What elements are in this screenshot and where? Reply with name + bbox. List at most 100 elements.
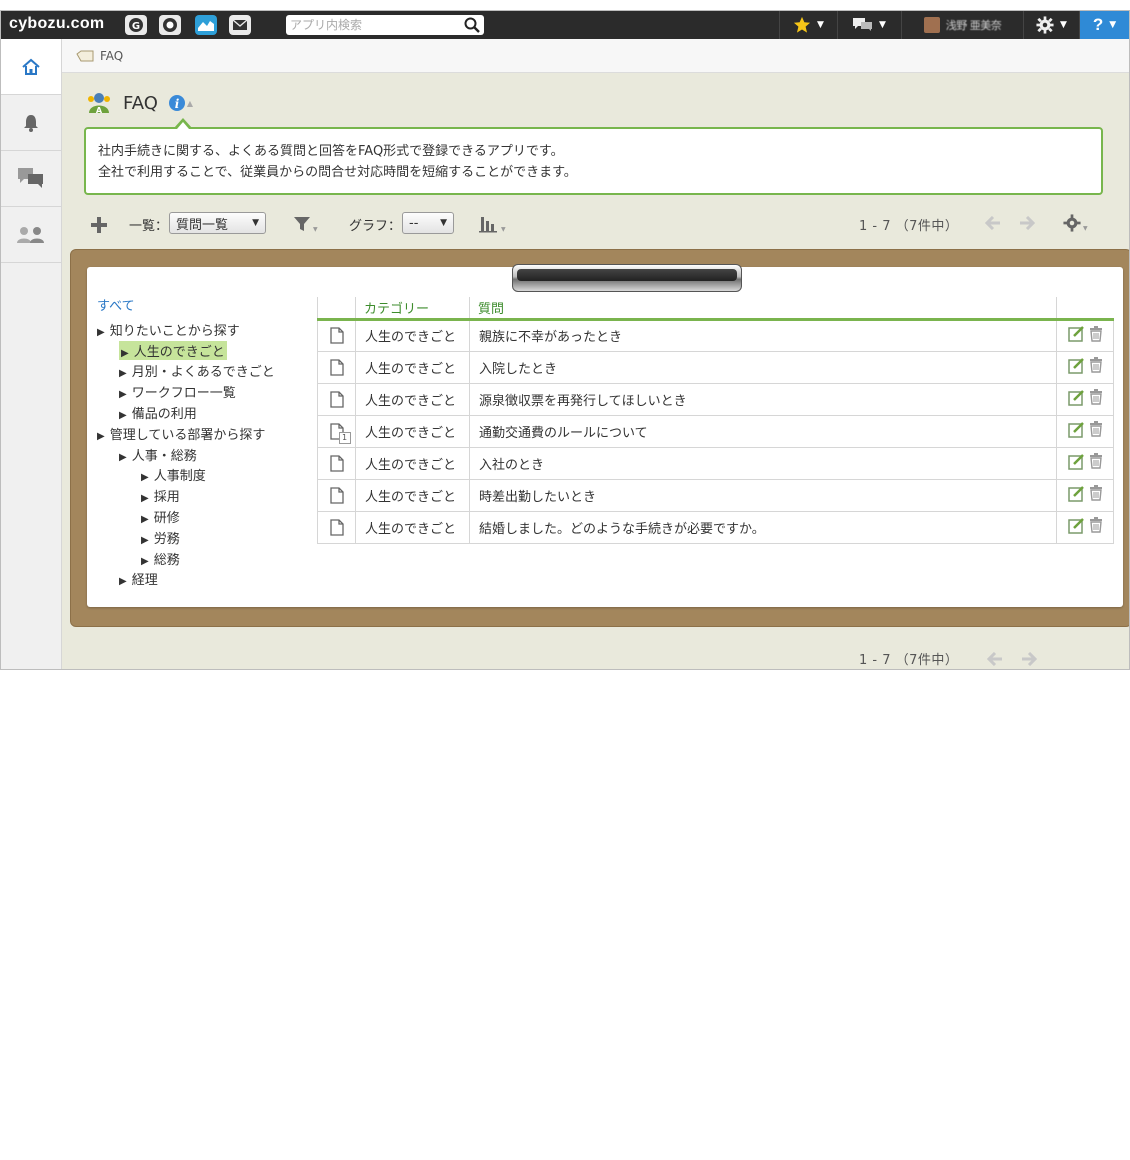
tree-item[interactable]: ▶ 経理 (97, 569, 307, 590)
expand-triangle-icon[interactable]: ▶ (97, 327, 105, 338)
tree-item[interactable]: ▶ ワークフロー一覧 (97, 381, 307, 402)
delete-icon[interactable] (1089, 357, 1103, 377)
sidebar-item-messages[interactable] (1, 151, 61, 207)
app-window: cybozu.com G ▼ ▼ 浅野 亜美奈 (0, 10, 1130, 670)
add-record-button[interactable] (89, 215, 109, 239)
garoon-icon[interactable]: G (125, 15, 147, 35)
tree-item[interactable]: ▶ 採用 (97, 485, 307, 506)
edit-icon[interactable] (1067, 325, 1085, 346)
next-arrow-icon[interactable] (1021, 652, 1037, 666)
edit-icon[interactable] (1067, 485, 1085, 506)
table-row[interactable]: 人生のできごと 入社のとき (317, 446, 1114, 480)
expand-triangle-icon[interactable]: ▶ (119, 368, 127, 379)
edit-icon[interactable] (1067, 517, 1085, 538)
user-menu[interactable]: 浅野 亜美奈 (901, 11, 1023, 39)
sidebar-item-home[interactable] (1, 39, 61, 95)
delete-icon[interactable] (1089, 389, 1103, 409)
favorites-button[interactable]: ▼ (779, 11, 837, 39)
delete-icon[interactable] (1089, 421, 1103, 441)
expand-triangle-icon[interactable]: ▶ (141, 514, 149, 525)
tree-item[interactable]: ▶ 人事制度 (97, 465, 307, 486)
category-cell: 人生のできごと (355, 318, 470, 352)
avatar (923, 17, 940, 33)
search-icon[interactable] (464, 17, 480, 37)
delete-icon[interactable] (1089, 453, 1103, 473)
graph-select[interactable]: -- ▼ (402, 212, 454, 234)
expand-triangle-icon[interactable]: ▶ (141, 556, 149, 567)
edit-icon[interactable] (1067, 357, 1085, 378)
delete-icon[interactable] (1089, 485, 1103, 505)
breadcrumb-item[interactable]: FAQ (76, 49, 123, 63)
tree-item[interactable]: ▶ 労務 (97, 527, 307, 548)
tree-item[interactable]: ▶ 研修 (97, 506, 307, 527)
expand-triangle-icon[interactable]: ▶ (119, 389, 127, 400)
search-input[interactable] (290, 16, 458, 34)
document-icon[interactable] (329, 390, 344, 408)
tree-item[interactable]: ▶ 管理している部署から探す (97, 423, 307, 444)
document-icon[interactable]: 1 (329, 422, 351, 444)
next-arrow-icon[interactable] (1019, 216, 1035, 230)
sidebar-item-notifications[interactable] (1, 95, 61, 151)
kintone-icon[interactable] (195, 15, 217, 35)
document-icon[interactable] (329, 454, 344, 472)
edit-icon[interactable] (1067, 453, 1085, 474)
delete-icon[interactable] (1089, 517, 1103, 537)
info-button[interactable]: i ▲ (168, 94, 193, 112)
detail-cell[interactable]: 1 (317, 414, 356, 448)
detail-cell[interactable] (317, 350, 356, 384)
document-icon[interactable] (329, 486, 344, 504)
chevron-down-icon: ▼ (879, 20, 886, 30)
expand-triangle-icon[interactable]: ▶ (97, 431, 105, 442)
table-row[interactable]: 人生のできごと 源泉徴収票を再発行してほしいとき (317, 382, 1114, 416)
column-header-category[interactable]: カテゴリー (355, 297, 470, 321)
graph-label: グラフ： (349, 219, 402, 234)
document-icon[interactable] (329, 518, 344, 536)
expand-triangle-icon[interactable]: ▶ (119, 452, 127, 463)
delete-icon[interactable] (1089, 325, 1103, 346)
edit-icon[interactable] (1067, 421, 1085, 442)
expand-triangle-icon[interactable]: ▶ (141, 472, 149, 483)
detail-cell[interactable] (317, 510, 356, 544)
edit-icon[interactable] (1067, 389, 1085, 410)
detail-cell[interactable] (317, 478, 356, 512)
table-row[interactable]: 人生のできごと 結婚しました。どのような手続きが必要ですか。 (317, 510, 1114, 544)
tree-item-wrap: ▶ 採用 (141, 486, 180, 505)
detail-cell[interactable] (317, 382, 356, 416)
gear-icon (1063, 214, 1081, 232)
cybozu-logo[interactable]: cybozu.com (9, 15, 104, 33)
detail-cell[interactable] (317, 318, 356, 352)
expand-triangle-icon[interactable]: ▶ (141, 535, 149, 546)
filter-button[interactable]: ▼ (293, 215, 318, 233)
column-header-question[interactable]: 質問 (469, 297, 1057, 321)
view-select[interactable]: 質問一覧 ▼ (169, 212, 266, 234)
tree-item[interactable]: ▶ 総務 (97, 548, 307, 569)
tree-item-label: 備品の利用 (131, 407, 197, 423)
expand-triangle-icon[interactable]: ▶ (119, 576, 127, 587)
table-row[interactable]: 人生のできごと 親族に不幸があったとき (317, 318, 1114, 352)
tree-item[interactable]: ▶ 人生のできごと (97, 340, 307, 361)
expand-triangle-icon[interactable]: ▶ (119, 410, 127, 421)
mail-icon[interactable] (229, 15, 251, 35)
tree-item[interactable]: ▶ 知りたいことから探す (97, 319, 307, 340)
help-button[interactable]: ? ▼ (1079, 11, 1129, 39)
expand-triangle-icon[interactable]: ▶ (141, 493, 149, 504)
messages-button[interactable]: ▼ (837, 11, 901, 39)
table-row[interactable]: 人生のできごと 入院したとき (317, 350, 1114, 384)
tree-item[interactable]: ▶ 備品の利用 (97, 402, 307, 423)
prev-arrow-icon[interactable] (985, 216, 1001, 230)
chart-button[interactable]: ▼ (479, 215, 506, 233)
office-icon[interactable] (159, 15, 181, 35)
document-icon[interactable] (329, 358, 344, 376)
prev-arrow-icon[interactable] (987, 652, 1003, 666)
list-settings-button[interactable]: ▼ (1063, 214, 1088, 232)
document-icon[interactable] (329, 327, 344, 344)
settings-button[interactable]: ▼ (1023, 11, 1079, 39)
expand-triangle-icon[interactable]: ▶ (121, 348, 129, 359)
table-row[interactable]: 人生のできごと 時差出勤したいとき (317, 478, 1114, 512)
table-row[interactable]: 1 人生のできごと 通勤交通費のルールについて (317, 414, 1114, 448)
detail-cell[interactable] (317, 446, 356, 480)
tree-item[interactable]: ▶ 人事・総務 (97, 444, 307, 465)
tree-item[interactable]: ▶ 月別・よくあるできごと (97, 361, 307, 382)
sidebar-item-people[interactable] (1, 207, 61, 263)
tree-all-link[interactable]: すべて (97, 295, 307, 314)
